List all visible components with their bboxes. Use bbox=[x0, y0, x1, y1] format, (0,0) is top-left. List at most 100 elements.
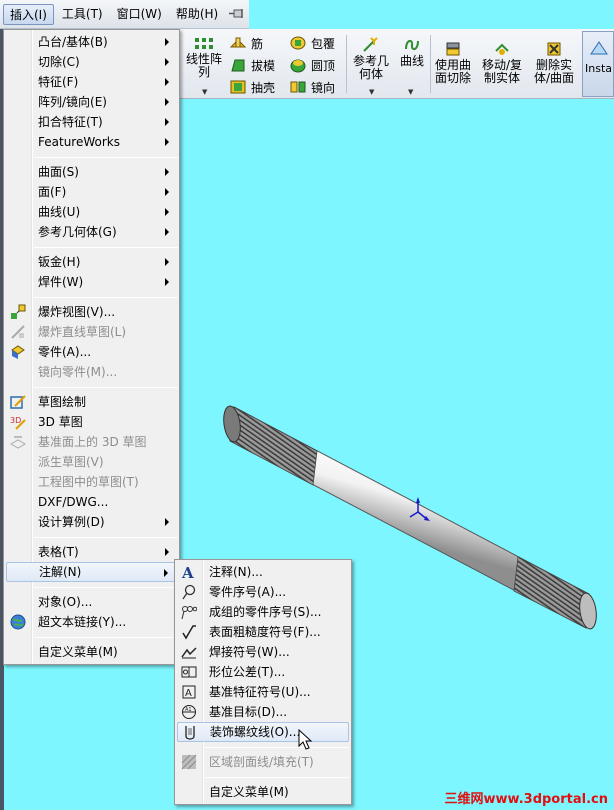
menu-item-label: 焊接符号(W)... bbox=[209, 645, 290, 659]
menu-item-datum-target[interactable]: A1 基准目标(D)... bbox=[177, 702, 349, 722]
chevron-down-icon[interactable]: ▼ bbox=[408, 88, 413, 96]
menu-help[interactable]: 帮助(H) bbox=[170, 4, 224, 25]
menu-item-cosmetic-thread[interactable]: 装饰螺纹线(O)... bbox=[177, 722, 349, 742]
menu-item-sheet-metal[interactable]: 钣金(H) bbox=[6, 252, 177, 272]
menu-item-label: 参考几何体(G) bbox=[38, 225, 117, 239]
menu-tools[interactable]: 工具(T) bbox=[56, 4, 109, 25]
svg-text:3D: 3D bbox=[10, 416, 21, 425]
menu-bar: 插入(I) 工具(T) 窗口(W) 帮助(H) bbox=[0, 0, 249, 29]
move-copy-icon bbox=[495, 43, 509, 55]
menu-item-label: 镜向零件(M)... bbox=[38, 365, 118, 379]
datum-feature-icon: A bbox=[182, 685, 196, 699]
menu-item-label: 爆炸直线草图(L) bbox=[38, 325, 127, 339]
linear-pattern-button[interactable]: 线性阵列 bbox=[184, 37, 224, 79]
curves-button[interactable]: 曲线 bbox=[397, 37, 427, 68]
menu-item-annotations[interactable]: 注解(N) bbox=[6, 562, 177, 582]
menu-item-exploded-view[interactable]: 爆炸视图(V)... bbox=[6, 302, 177, 322]
menu-item-reference-geometry[interactable]: 参考几何体(G) bbox=[6, 222, 177, 242]
menu-item-part[interactable]: 零件(A)... bbox=[6, 342, 177, 362]
menu-item-face[interactable]: 面(F) bbox=[6, 182, 177, 202]
menu-item-sketch-from-drawing: 工程图中的草图(T) bbox=[6, 472, 177, 492]
reference-geometry-button[interactable]: 参考几何体 bbox=[350, 37, 392, 81]
reference-geometry-icon bbox=[363, 37, 378, 52]
submenu-arrow-icon bbox=[165, 38, 169, 46]
menu-item-3d-sketch-on-plane: 基准面上的 3D 草图 bbox=[6, 432, 177, 452]
datum-target-icon: A1 bbox=[182, 705, 196, 719]
menu-item-label: 焊件(W) bbox=[38, 275, 84, 289]
menu-item-balloon[interactable]: 零件序号(A)... bbox=[177, 582, 349, 602]
menu-item-cut[interactable]: 切除(C) bbox=[6, 52, 177, 72]
rib-icon bbox=[230, 37, 246, 48]
toolbar-separator bbox=[346, 35, 347, 93]
menu-item-stacked-balloon[interactable]: 成组的零件序号(S)... bbox=[177, 602, 349, 622]
menu-item-customize-menu[interactable]: 自定义菜单(M) bbox=[177, 782, 349, 802]
menu-separator bbox=[34, 637, 178, 638]
menu-separator bbox=[205, 747, 349, 748]
exploded-view-icon bbox=[11, 304, 26, 319]
rib-button[interactable]: 筋 bbox=[230, 33, 263, 53]
menu-item-surface[interactable]: 曲面(S) bbox=[6, 162, 177, 182]
use-surface-cut-button[interactable]: 使用曲面切除 bbox=[434, 41, 472, 85]
submenu-arrow-icon bbox=[165, 58, 169, 66]
menu-item-customize-menu[interactable]: 自定义菜单(M) bbox=[6, 642, 177, 662]
instant3d-icon bbox=[590, 41, 608, 55]
menu-item-features[interactable]: 特征(F) bbox=[6, 72, 177, 92]
menu-item-curve[interactable]: 曲线(U) bbox=[6, 202, 177, 222]
menu-item-weld-symbol[interactable]: 焊接符号(W)... bbox=[177, 642, 349, 662]
draft-button[interactable]: 拔模 bbox=[230, 55, 275, 75]
menu-item-pattern-mirror[interactable]: 阵列/镜向(E) bbox=[6, 92, 177, 112]
menu-item-datum-feature[interactable]: A 基准特征符号(U)... bbox=[177, 682, 349, 702]
menu-item-label: 派生草图(V) bbox=[38, 455, 104, 469]
instant3d-button[interactable]: Instant3D bbox=[582, 31, 614, 97]
menu-item-hyperlink[interactable]: 超文本链接(Y)... bbox=[6, 612, 177, 632]
menu-window[interactable]: 窗口(W) bbox=[111, 4, 168, 25]
chevron-down-icon[interactable]: ▼ bbox=[369, 88, 374, 96]
wrap-button[interactable]: 包覆 bbox=[290, 33, 335, 53]
submenu-arrow-icon bbox=[164, 569, 168, 577]
menu-item-object[interactable]: 对象(O)... bbox=[6, 592, 177, 612]
menu-item-featureworks[interactable]: FeatureWorks bbox=[6, 132, 177, 152]
menu-item-mirror-part: 镜向零件(M)... bbox=[6, 362, 177, 382]
menu-insert[interactable]: 插入(I) bbox=[3, 3, 54, 25]
shell-icon bbox=[230, 80, 246, 94]
submenu-arrow-icon bbox=[165, 258, 169, 266]
menu-item-label: 超文本链接(Y)... bbox=[38, 615, 127, 629]
menu-item-label: 区域剖面线/填充(T) bbox=[209, 755, 314, 769]
menu-item-3d-sketch[interactable]: 3D 3D 草图 bbox=[6, 412, 177, 432]
pin-icon[interactable] bbox=[228, 7, 246, 21]
reference-geometry-label: 参考几何体 bbox=[352, 54, 389, 81]
menu-item-boss-base[interactable]: 凸台/基体(B) bbox=[6, 32, 177, 52]
menu-separator bbox=[205, 777, 349, 778]
shell-button[interactable]: 抽壳 bbox=[230, 77, 275, 97]
svg-text:A: A bbox=[185, 688, 192, 699]
draft-label: 拔模 bbox=[251, 58, 276, 73]
menu-item-surface-finish[interactable]: 表面粗糙度符号(F)... bbox=[177, 622, 349, 642]
dome-label: 圆顶 bbox=[311, 58, 336, 73]
annotations-submenu: A 注释(N)... 零件序号(A)... 成组的零件序号(S)... 表面粗糙… bbox=[174, 559, 352, 805]
instant3d-label: Instant3D bbox=[585, 62, 613, 75]
menu-item-note[interactable]: A 注释(N)... bbox=[177, 562, 349, 582]
menu-item-label: 形位公差(T)... bbox=[209, 665, 286, 679]
menu-item-design-study[interactable]: 设计算例(D) bbox=[6, 512, 177, 532]
menu-item-tables[interactable]: 表格(T) bbox=[6, 542, 177, 562]
toolbar-separator bbox=[430, 35, 431, 93]
menu-item-geometric-tolerance[interactable]: 形位公差(T)... bbox=[177, 662, 349, 682]
mirror-button[interactable]: 镜向 bbox=[290, 77, 335, 97]
dome-button[interactable]: 圆顶 bbox=[290, 55, 335, 75]
menu-item-sketch[interactable]: 草图绘制 bbox=[6, 392, 177, 412]
submenu-arrow-icon bbox=[165, 548, 169, 556]
delete-body-button[interactable]: 删除实体/曲面 bbox=[532, 41, 576, 85]
svg-text:A1: A1 bbox=[185, 707, 192, 713]
chevron-down-icon[interactable]: ▼ bbox=[202, 88, 207, 96]
menu-item-dxf-dwg[interactable]: DXF/DWG... bbox=[6, 492, 177, 512]
use-surface-cut-label: 使用曲面切除 bbox=[434, 58, 471, 85]
menu-item-weldments[interactable]: 焊件(W) bbox=[6, 272, 177, 292]
linear-pattern-icon bbox=[195, 38, 213, 49]
submenu-arrow-icon bbox=[165, 138, 169, 146]
menu-item-fastening-feature[interactable]: 扣合特征(T) bbox=[6, 112, 177, 132]
menu-item-label: 切除(C) bbox=[38, 55, 80, 69]
menu-item-label: 曲线(U) bbox=[38, 205, 81, 219]
move-copy-body-button[interactable]: 移动/复制实体 bbox=[480, 41, 524, 85]
delete-body-label: 删除实体/曲面 bbox=[533, 58, 575, 85]
menu-item-label: 爆炸视图(V)... bbox=[38, 305, 116, 319]
